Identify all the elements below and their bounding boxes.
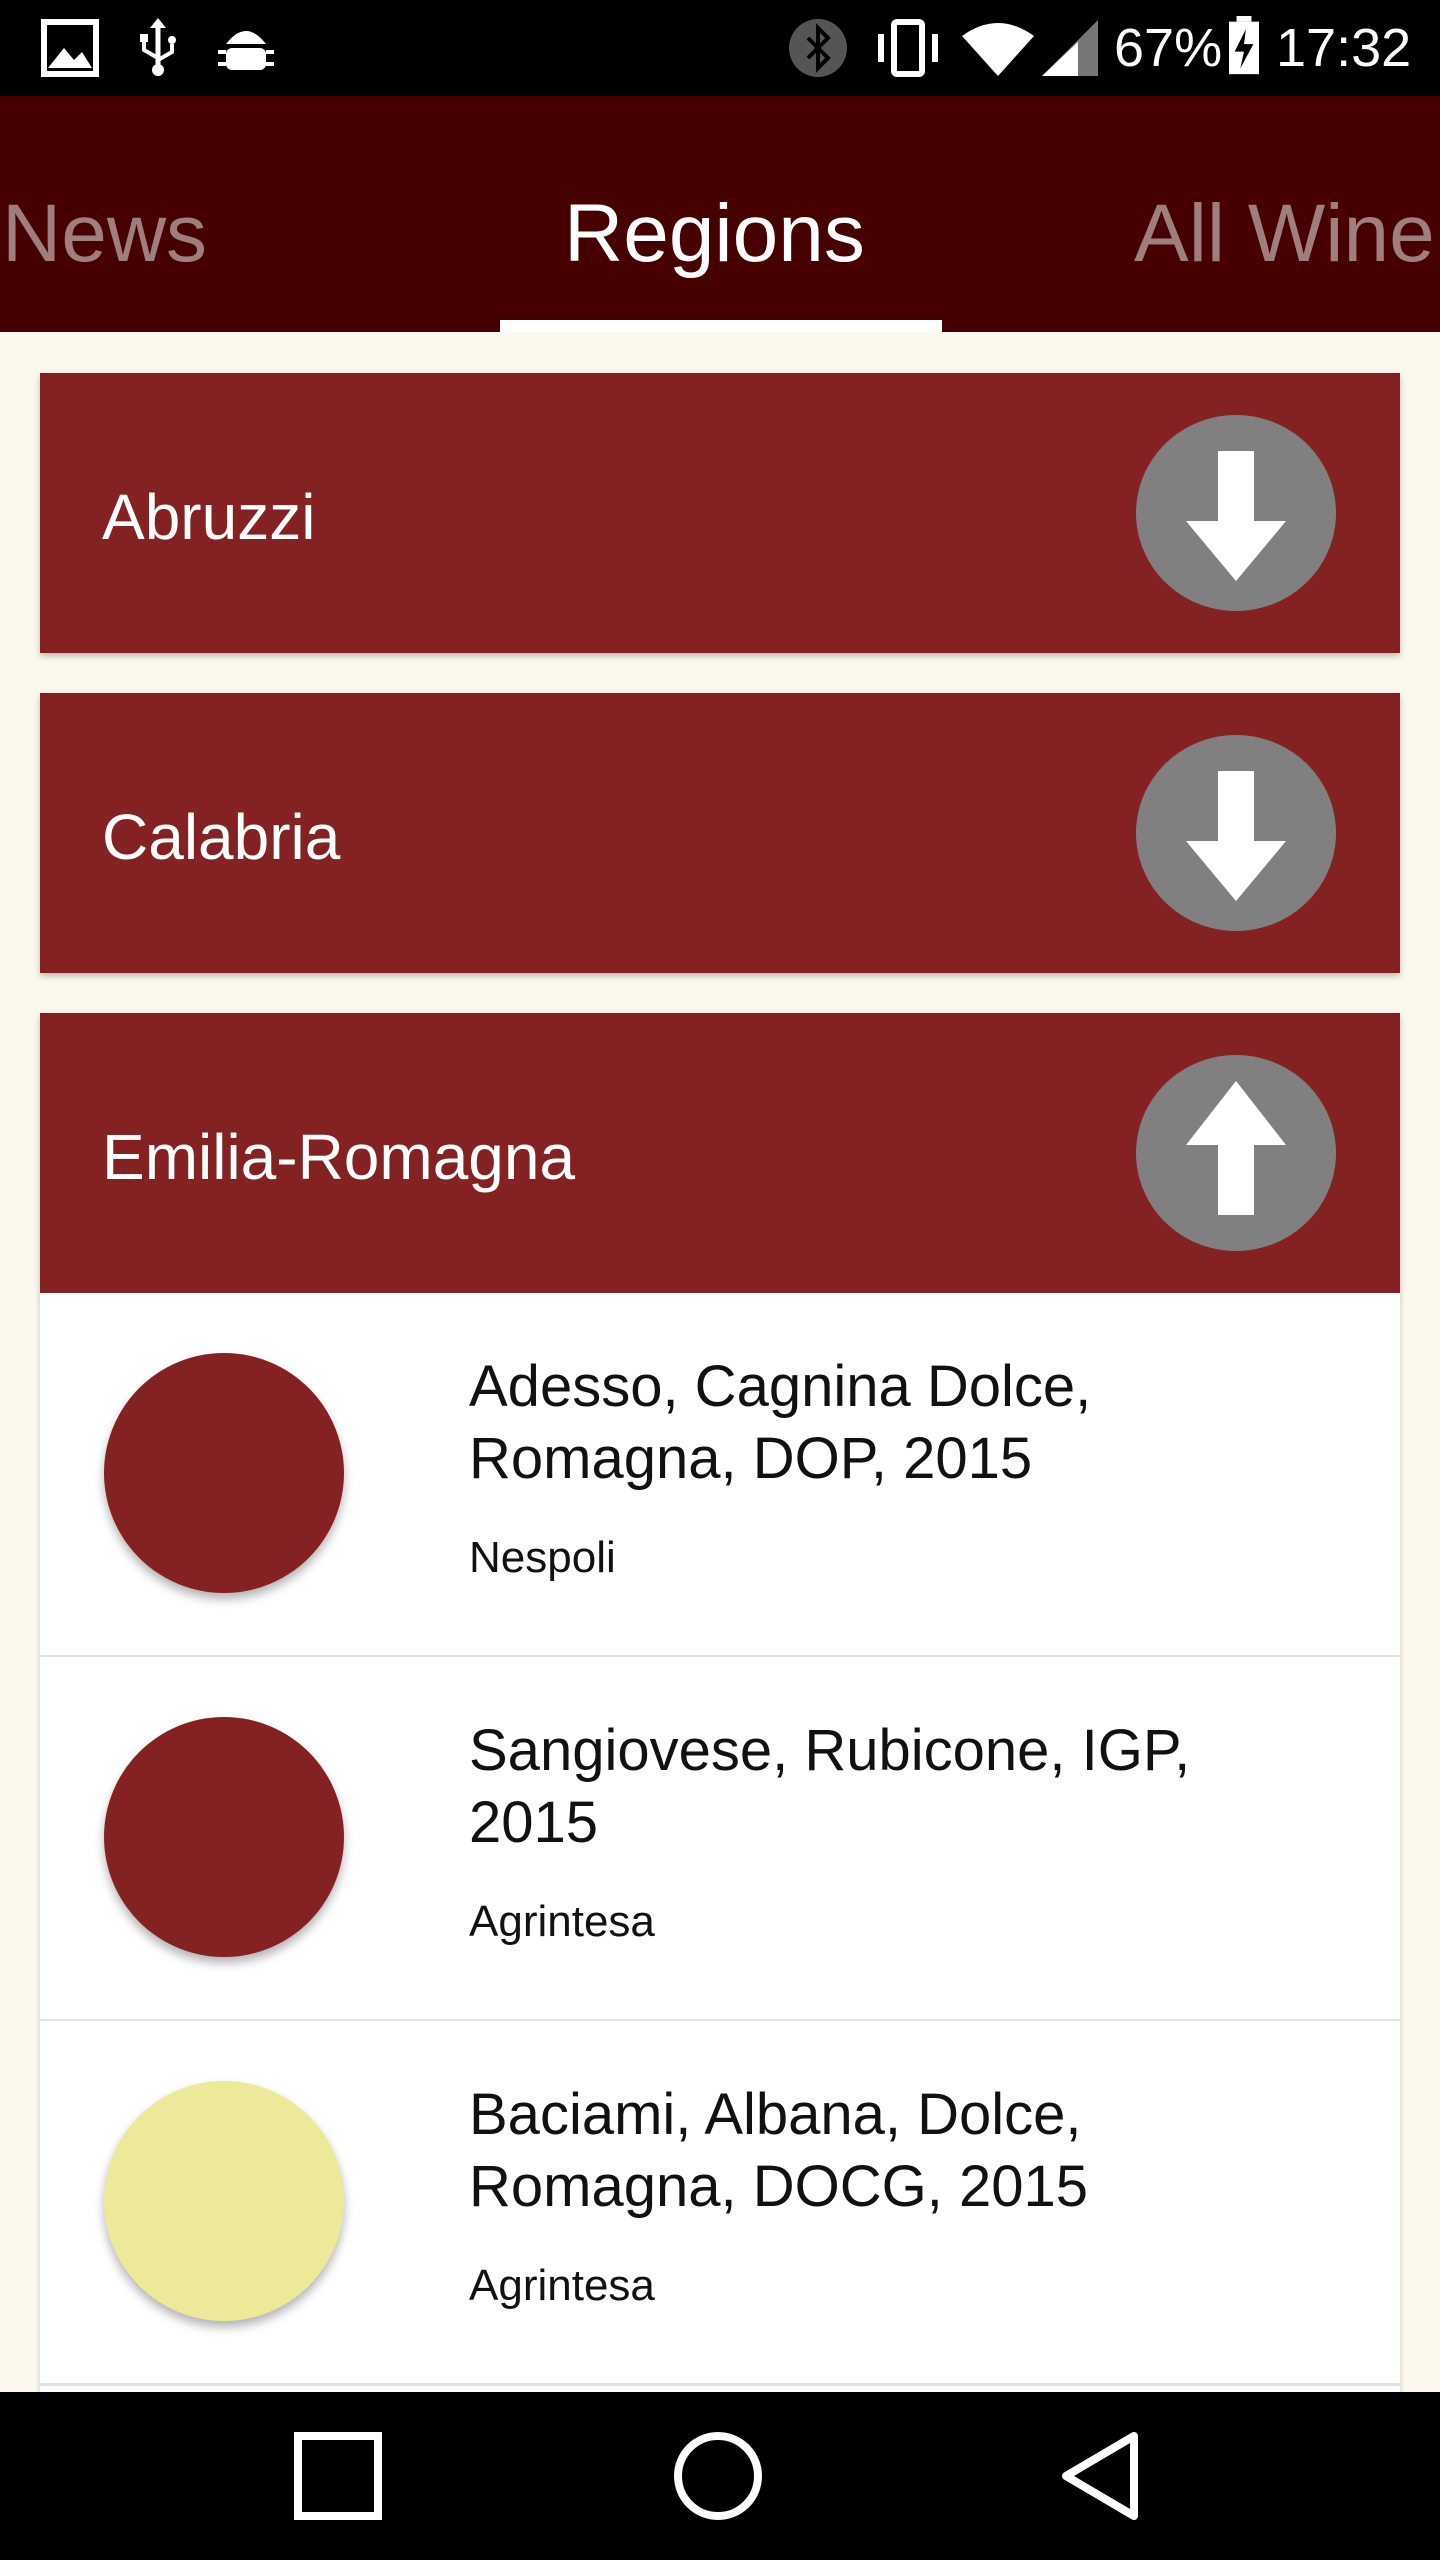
expand-button[interactable] — [1136, 415, 1336, 611]
vibrate-icon — [878, 19, 938, 77]
region-name: Calabria — [102, 801, 341, 873]
android-debug-icon — [218, 31, 274, 70]
wine-name: Sangiovese, Rubicone, IGP, 2015 — [469, 1718, 1191, 1855]
clock: 17:32 — [1276, 18, 1412, 78]
region-name: Abruzzi — [102, 481, 316, 553]
wine-list-item[interactable]: Adesso, Cagnina Dolce, Romagna, DOP, 201… — [40, 1293, 1400, 1658]
wine-color-dot — [104, 1353, 344, 1593]
wine-name: Adesso, Cagnina Dolce, Romagna, DOP, 201… — [469, 1354, 1092, 1491]
recents-square-icon[interactable] — [288, 2426, 388, 2526]
tab-news[interactable]: News — [2, 186, 207, 282]
image-icon — [41, 19, 99, 77]
collapse-button[interactable] — [1136, 1055, 1336, 1251]
battery-percent: 67% — [1114, 18, 1223, 78]
wine-color-dot — [104, 2081, 344, 2321]
region-header-emilia-romagna[interactable]: Emilia-Romagna — [40, 1013, 1400, 1293]
active-tab-indicator — [500, 320, 942, 332]
wine-list-item[interactable]: Baciami, Albana, Dolce, Romagna, DOCG, 2… — [40, 2021, 1400, 2386]
wine-list-item[interactable]: Sangiovese, Rubicone, IGP, 2015 Agrintes… — [40, 1657, 1400, 2022]
wine-list: Adesso, Cagnina Dolce, Romagna, DOP, 201… — [40, 1293, 1400, 2392]
region-header-calabria[interactable]: Calabria — [40, 693, 1400, 973]
arrow-down-icon — [1186, 771, 1286, 901]
status-bar: 67% 17:32 — [0, 0, 1440, 96]
region-name: Emilia-Romagna — [102, 1121, 576, 1193]
tab-all-wine[interactable]: All Wine — [1134, 186, 1435, 282]
signal-icon — [1042, 20, 1098, 76]
regions-list[interactable]: Abruzzi Calabria Emilia-Romagna Adesso, … — [0, 332, 1440, 2392]
battery-charging-icon — [1229, 16, 1259, 75]
tab-regions[interactable]: Regions — [564, 186, 865, 282]
wine-producer: Agrintesa — [469, 1897, 655, 1946]
navigation-bar — [0, 2392, 1440, 2560]
back-triangle-icon[interactable] — [1052, 2426, 1152, 2526]
home-circle-icon[interactable] — [668, 2426, 768, 2526]
usb-icon — [140, 18, 176, 76]
expand-button[interactable] — [1136, 735, 1336, 931]
wine-producer: Agrintesa — [469, 2261, 655, 2310]
arrow-down-icon — [1186, 451, 1286, 581]
wine-producer: Nespoli — [469, 1533, 616, 1582]
bluetooth-icon — [789, 19, 847, 77]
arrow-up-icon — [1186, 1081, 1286, 1215]
wifi-icon — [962, 23, 1034, 76]
wine-color-dot — [104, 1717, 344, 1957]
tab-bar: News Regions All Wine — [0, 96, 1440, 332]
region-header-abruzzi[interactable]: Abruzzi — [40, 373, 1400, 653]
wine-name: Baciami, Albana, Dolce, Romagna, DOCG, 2… — [469, 2082, 1088, 2219]
